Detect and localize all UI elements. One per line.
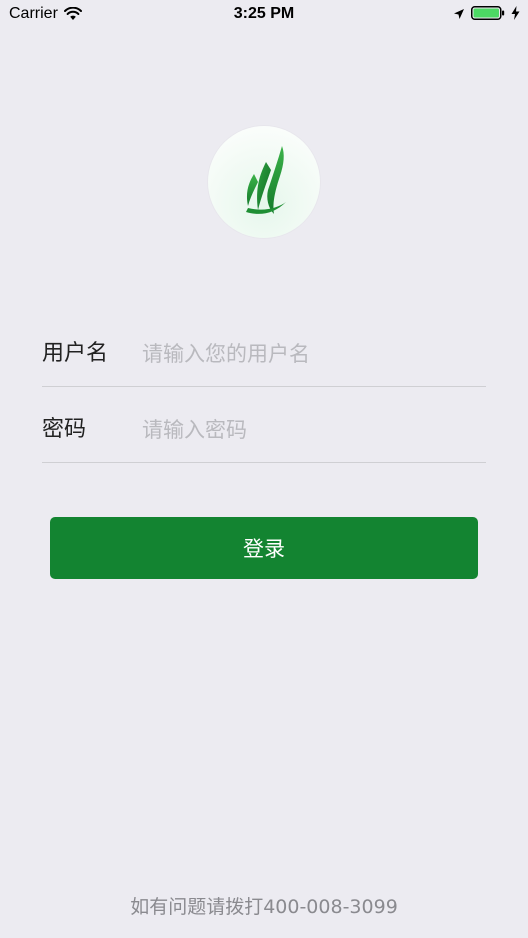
leaf-logo-icon [246,146,286,214]
support-phone-text: 如有问题请拨打400-008-3099 [130,896,398,918]
password-label: 密码 [42,417,87,442]
app-logo [208,126,320,238]
login-button[interactable]: 登录 [50,517,478,579]
charging-icon [511,6,520,20]
status-time: 3:25 PM [233,5,295,22]
password-row: 密码 [42,398,486,463]
username-row: 用户名 [42,322,486,387]
location-icon [453,7,465,19]
username-input[interactable] [142,336,482,372]
status-bar: Carrier 3:25 PM [0,0,528,30]
password-input[interactable] [142,412,482,448]
battery-icon [471,6,505,20]
status-right [453,6,520,20]
username-label: 用户名 [42,341,109,366]
